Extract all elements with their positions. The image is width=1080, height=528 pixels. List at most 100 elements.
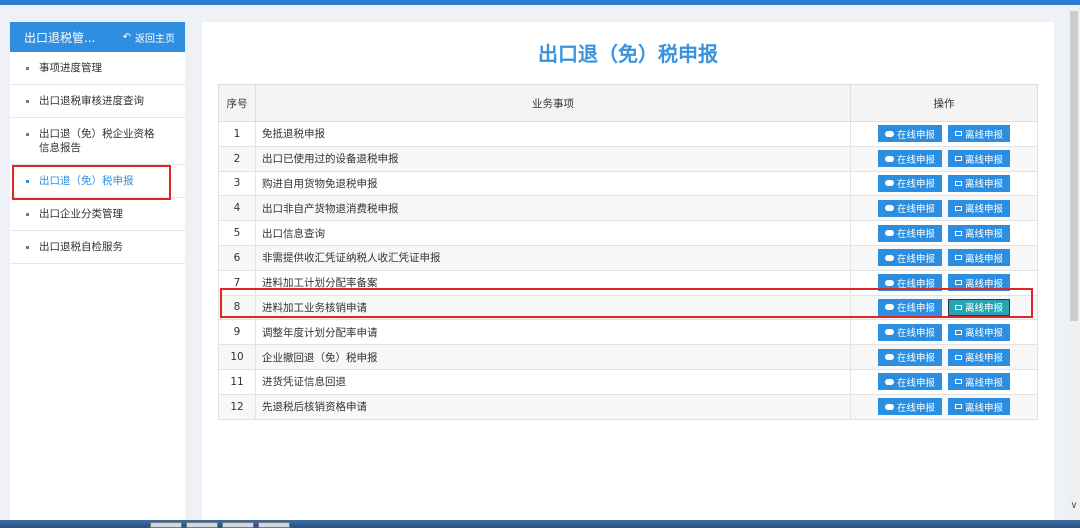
top-bar xyxy=(0,0,1080,5)
row-number: 1 xyxy=(218,121,256,147)
taskbar-button[interactable] xyxy=(150,522,182,528)
row-number: 11 xyxy=(218,368,256,395)
sidebar-item-progress[interactable]: 事项进度管理 xyxy=(10,52,185,85)
row-item: 进货凭证信息回退 xyxy=(255,368,851,395)
online-declare-button[interactable]: 在线申报 xyxy=(877,398,942,416)
page-title: 出口退（免）税申报 xyxy=(538,42,718,66)
table-row: 11 进货凭证信息回退 在线申报 离线申报 xyxy=(218,368,1038,395)
taskbar-button[interactable] xyxy=(186,522,218,528)
online-declare-button[interactable]: 在线申报 xyxy=(877,249,942,267)
row-item: 出口非自产货物退消费税申报 xyxy=(255,195,851,222)
row-number: 3 xyxy=(218,170,256,197)
online-declare-button[interactable]: 在线申报 xyxy=(877,323,942,341)
monitor-icon xyxy=(955,329,962,335)
offline-declare-button[interactable]: 离线申报 xyxy=(948,199,1011,217)
scrollbar[interactable] xyxy=(1068,5,1080,520)
row-item: 先退税后核销资格申请 xyxy=(255,393,851,420)
declaration-table: 序号 业务事项 操作 1 免抵退税申报 在线申报 离线申报 2 出口已使用过的设备退税申报… xyxy=(218,84,1038,420)
monitor-icon xyxy=(955,255,962,261)
offline-declare-label: 离线申报 xyxy=(965,229,1004,241)
table-row: 4 出口非自产货物退消费税申报 在线申报 离线申报 xyxy=(218,195,1038,222)
taskbar-button[interactable] xyxy=(222,522,254,528)
cloud-upload-icon xyxy=(884,279,894,286)
sidebar: 出口退税管... ↶ 返回主页 事项进度管理 出口退税审核进度查询 出口退（免）… xyxy=(10,22,185,522)
monitor-icon xyxy=(955,404,962,410)
offline-declare-button[interactable]: 离线申报 xyxy=(948,323,1011,341)
online-declare-button[interactable]: 在线申报 xyxy=(877,125,942,143)
offline-declare-label: 离线申报 xyxy=(965,303,1004,315)
online-declare-button[interactable]: 在线申报 xyxy=(877,298,942,316)
monitor-icon xyxy=(955,180,962,186)
offline-declare-button[interactable]: 离线申报 xyxy=(948,224,1011,242)
offline-declare-button[interactable]: 离线申报 xyxy=(948,348,1011,366)
cloud-upload-icon xyxy=(884,254,894,261)
monitor-icon xyxy=(955,156,962,162)
sidebar-header: 出口退税管... ↶ 返回主页 xyxy=(10,22,185,52)
row-actions: 在线申报 离线申报 xyxy=(850,269,1038,296)
taskbar-button[interactable] xyxy=(258,522,290,528)
back-home-label: 返回主页 xyxy=(135,33,175,45)
table-row: 7 进料加工计划分配率备案 在线申报 离线申报 xyxy=(218,269,1038,296)
sidebar-item-qualification[interactable]: 出口退（免）税企业资格信息报告 xyxy=(10,118,185,165)
row-actions: 在线申报 离线申报 xyxy=(850,170,1038,197)
row-actions: 在线申报 离线申报 xyxy=(850,393,1038,420)
online-declare-label: 在线申报 xyxy=(896,353,935,365)
table-row: 10 企业撤回退（免）税申报 在线申报 离线申报 xyxy=(218,344,1038,370)
offline-declare-button[interactable]: 离线申报 xyxy=(948,298,1011,316)
online-declare-button[interactable]: 在线申报 xyxy=(877,174,942,192)
offline-declare-label: 离线申报 xyxy=(965,353,1004,365)
row-actions: 在线申报 离线申报 xyxy=(850,368,1038,395)
table-row: 3 购进自用货物免退税申报 在线申报 离线申报 xyxy=(218,170,1038,197)
online-declare-button[interactable]: 在线申报 xyxy=(877,150,942,168)
column-header-ops: 操作 xyxy=(850,84,1038,122)
sidebar-item-declaration[interactable]: 出口退（免）税申报 xyxy=(10,165,185,200)
online-declare-button[interactable]: 在线申报 xyxy=(877,224,942,242)
cloud-upload-icon xyxy=(884,403,894,410)
monitor-icon xyxy=(955,280,962,286)
bullet-icon xyxy=(26,213,29,216)
back-home-link[interactable]: ↶ 返回主页 xyxy=(123,30,175,45)
bullet-icon xyxy=(26,67,29,70)
reply-arrow-icon: ↶ xyxy=(122,31,131,43)
sidebar-title: 出口退税管... xyxy=(24,30,96,45)
offline-declare-button[interactable]: 离线申报 xyxy=(948,125,1011,143)
row-number: 9 xyxy=(218,319,256,346)
monitor-icon xyxy=(955,304,962,310)
row-actions: 在线申报 离线申报 xyxy=(850,294,1038,321)
row-actions: 在线申报 离线申报 xyxy=(850,319,1038,346)
sidebar-item-label: 出口退税审核进度查询 xyxy=(39,95,144,107)
online-declare-label: 在线申报 xyxy=(896,402,935,414)
scrollbar-thumb[interactable] xyxy=(1070,11,1078,321)
offline-declare-label: 离线申报 xyxy=(965,179,1004,191)
row-actions: 在线申报 离线申报 xyxy=(850,244,1038,271)
sidebar-item-classification[interactable]: 出口企业分类管理 xyxy=(10,198,185,231)
online-declare-button[interactable]: 在线申报 xyxy=(877,348,942,366)
offline-declare-label: 离线申报 xyxy=(965,278,1004,290)
online-declare-button[interactable]: 在线申报 xyxy=(877,199,942,217)
offline-declare-button[interactable]: 离线申报 xyxy=(948,373,1011,391)
row-number: 8 xyxy=(218,294,256,321)
offline-declare-button[interactable]: 离线申报 xyxy=(948,174,1011,192)
offline-declare-label: 离线申报 xyxy=(965,328,1004,340)
online-declare-button[interactable]: 在线申报 xyxy=(877,274,942,292)
sidebar-item-label: 出口退（免）税申报 xyxy=(39,175,134,187)
offline-declare-label: 离线申报 xyxy=(965,154,1004,166)
monitor-icon xyxy=(955,205,962,211)
online-declare-label: 在线申报 xyxy=(896,253,935,265)
sidebar-item-audit-query[interactable]: 出口退税审核进度查询 xyxy=(10,85,185,118)
cloud-upload-icon xyxy=(884,155,894,162)
offline-declare-button[interactable]: 离线申报 xyxy=(948,398,1011,416)
row-item: 进料加工业务核销申请 xyxy=(255,294,851,321)
cloud-upload-icon xyxy=(884,354,894,361)
online-declare-label: 在线申报 xyxy=(896,328,935,340)
scroll-down-icon[interactable]: ∨ xyxy=(1068,500,1080,514)
sidebar-item-self-check[interactable]: 出口退税自检服务 xyxy=(10,231,185,264)
offline-declare-button[interactable]: 离线申报 xyxy=(948,150,1011,168)
offline-declare-button[interactable]: 离线申报 xyxy=(948,249,1011,267)
sidebar-item-label: 出口退税自检服务 xyxy=(39,241,123,253)
table-body: 1 免抵退税申报 在线申报 离线申报 2 出口已使用过的设备退税申报 在线申报 离线申报 3 购进… xyxy=(218,121,1038,420)
cloud-upload-icon xyxy=(884,180,894,187)
cloud-upload-icon xyxy=(884,130,894,137)
online-declare-button[interactable]: 在线申报 xyxy=(877,373,942,391)
offline-declare-button[interactable]: 离线申报 xyxy=(948,274,1011,292)
